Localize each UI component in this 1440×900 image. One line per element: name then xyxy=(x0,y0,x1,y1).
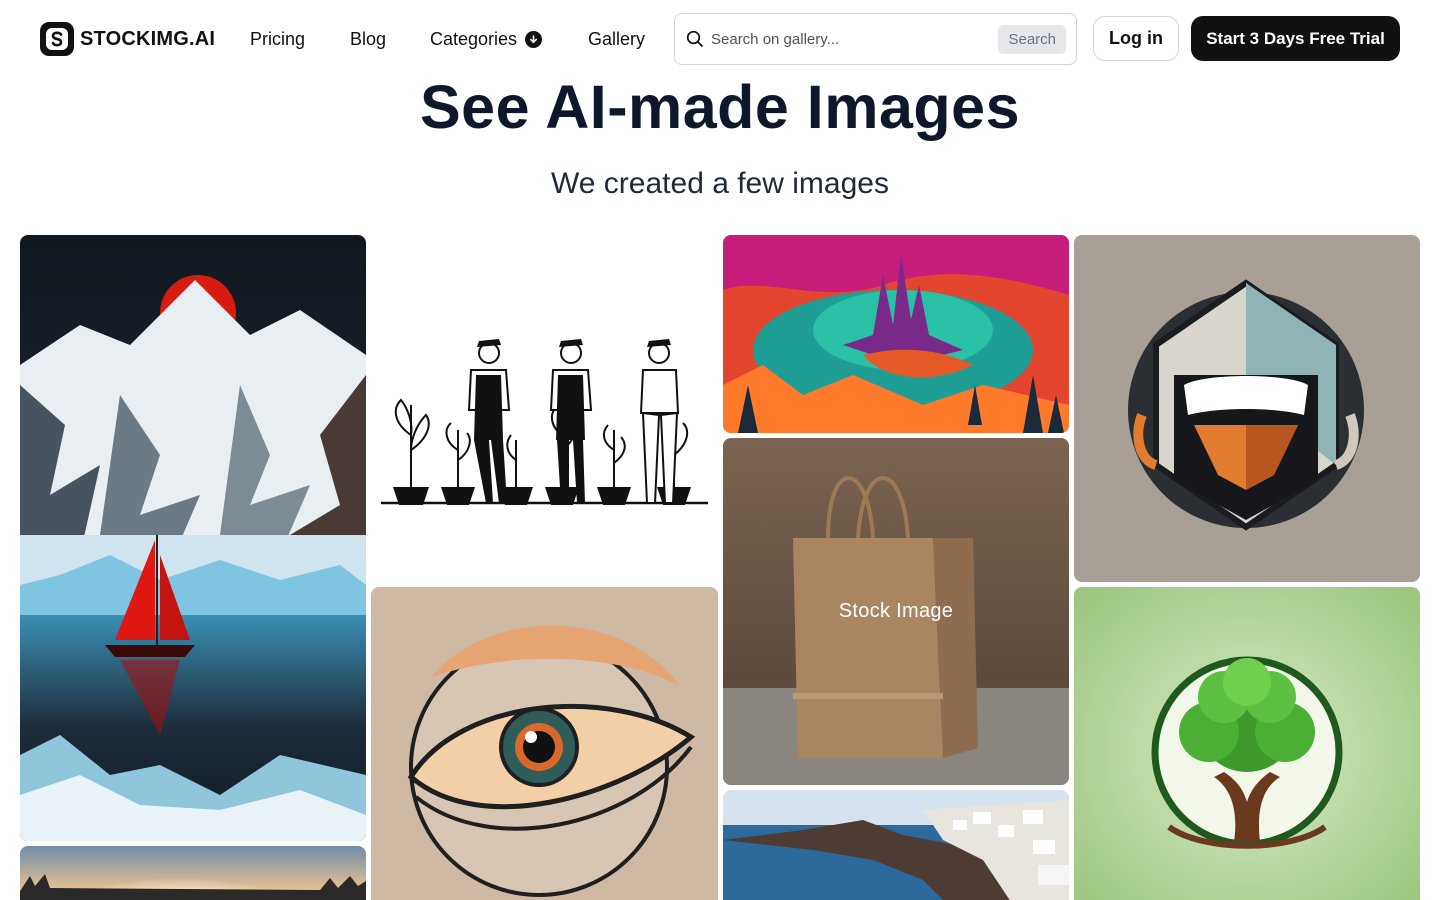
logo-s-icon xyxy=(40,22,74,56)
gallery-card-fantasy-landscape[interactable] xyxy=(723,235,1069,433)
gallery-card-eye-logo[interactable] xyxy=(371,587,718,900)
brand-logo[interactable]: STOCKIMG.AI xyxy=(40,22,215,56)
mountain-sailboat-image xyxy=(20,235,366,841)
nav-link-pricing[interactable]: Pricing xyxy=(250,29,305,50)
fantasy-landscape-image xyxy=(723,235,1069,433)
gallery-card-hooded-mascot[interactable] xyxy=(1074,235,1420,582)
nav-categories-dropdown[interactable]: Categories xyxy=(430,29,543,50)
hooded-mascot-logo-image xyxy=(1074,235,1420,582)
search-icon xyxy=(686,30,703,47)
gallery-card-sunset-forest[interactable] xyxy=(20,846,366,900)
start-trial-button[interactable]: Start 3 Days Free Trial xyxy=(1191,16,1400,61)
top-navigation: STOCKIMG.AI Pricing Blog Categories Gall… xyxy=(0,0,1440,78)
search-button[interactable]: Search xyxy=(998,25,1066,54)
page-title: See AI-made Images xyxy=(419,73,1021,141)
sunset-forest-image xyxy=(20,846,366,900)
page-subtitle: We created a few images xyxy=(551,167,889,200)
login-button[interactable]: Log in xyxy=(1093,16,1179,61)
gallery-card-coastal-village[interactable] xyxy=(723,790,1069,900)
chevron-down-icon xyxy=(525,31,543,48)
gallery-card-mountain-sailboat[interactable] xyxy=(20,235,366,841)
gallery-card-gardeners[interactable] xyxy=(371,235,718,582)
gallery-card-paper-bag[interactable]: Stock Image xyxy=(723,438,1069,785)
eye-logo-image xyxy=(371,587,718,900)
tree-logo-image xyxy=(1074,587,1420,900)
gallery-search-bar: Search xyxy=(674,13,1077,65)
nav-link-blog[interactable]: Blog xyxy=(350,29,386,50)
gardeners-line-art-image xyxy=(381,339,708,505)
stock-image-label: Stock Image xyxy=(838,600,954,622)
coastal-village-image xyxy=(723,790,1069,900)
nav-link-gallery[interactable]: Gallery xyxy=(588,29,645,50)
nav-categories-label: Categories xyxy=(430,29,518,49)
gallery-card-tree-logo[interactable] xyxy=(1074,587,1420,900)
brand-name: STOCKIMG.AI xyxy=(80,27,216,50)
search-input[interactable] xyxy=(711,30,991,48)
